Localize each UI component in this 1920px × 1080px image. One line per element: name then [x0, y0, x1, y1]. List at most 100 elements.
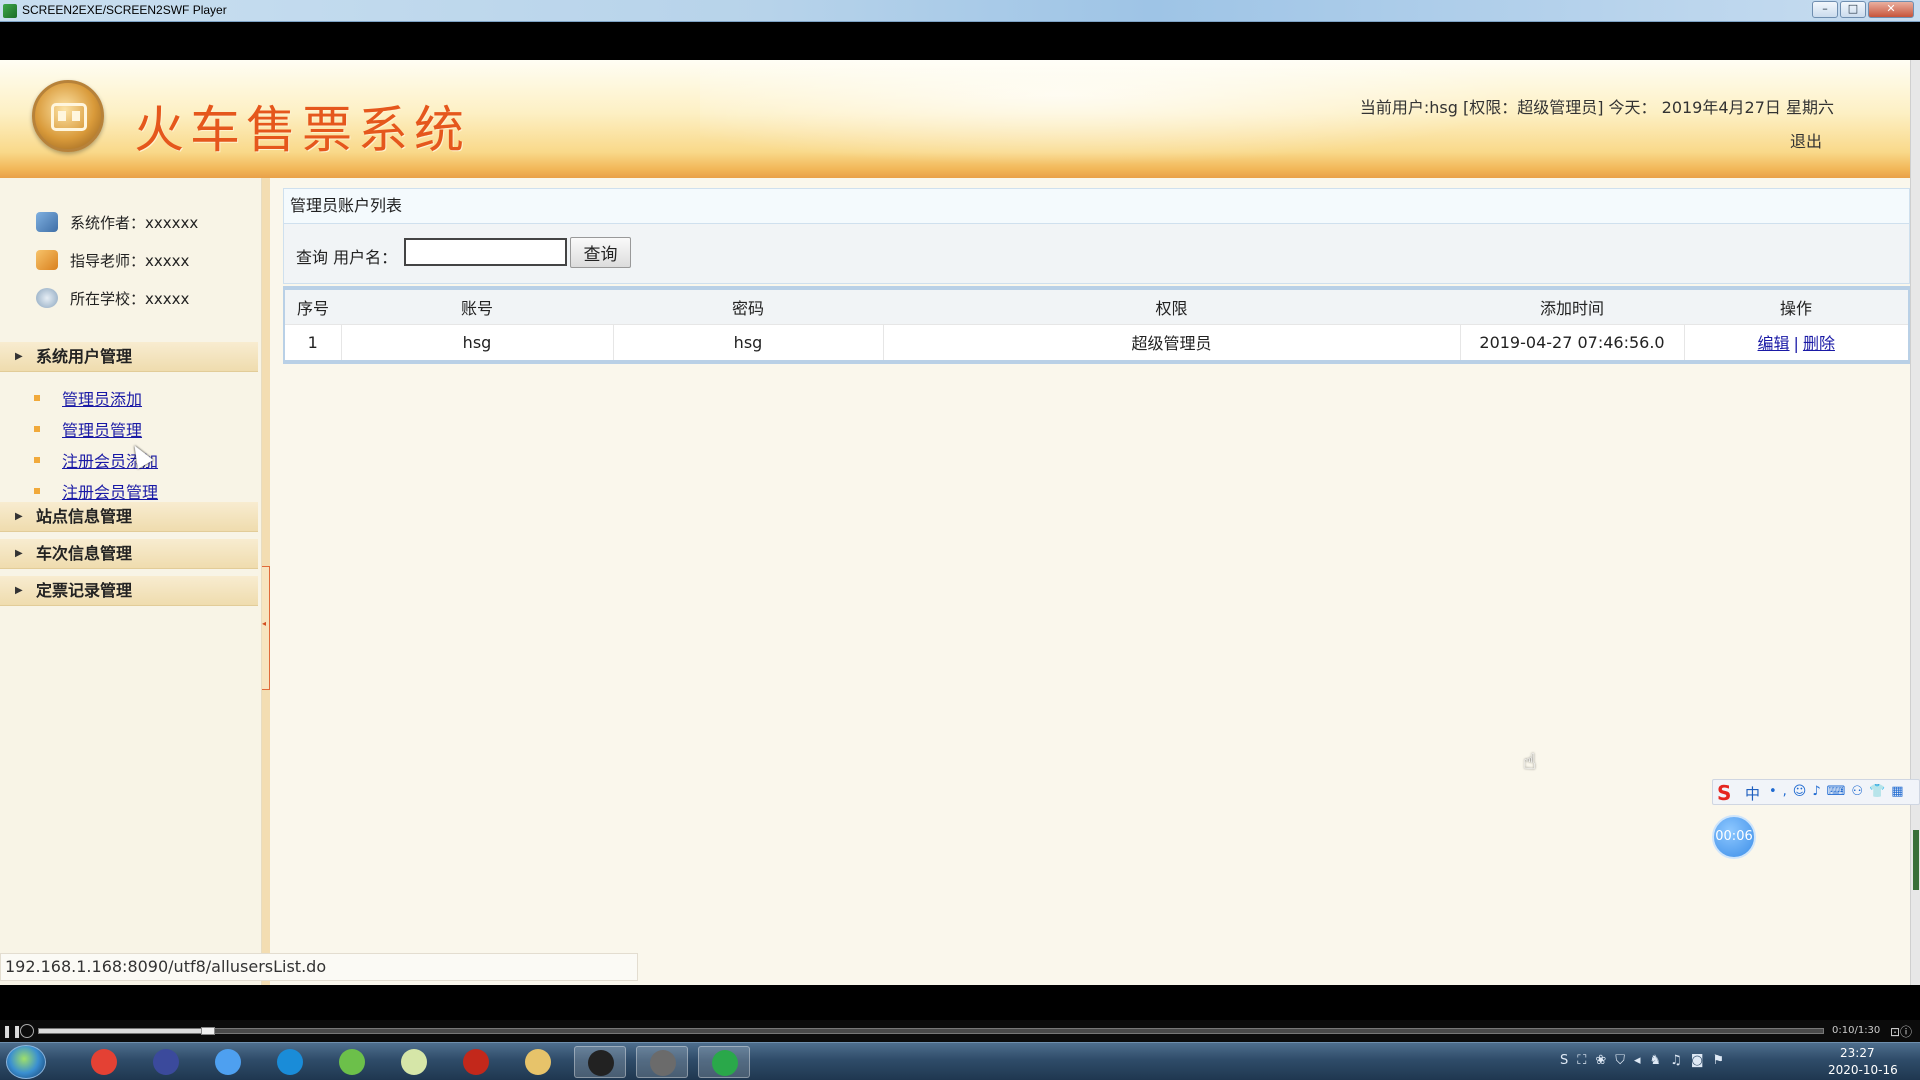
- query-bar: 查询 用户名： 查询: [283, 224, 1910, 284]
- cell-account: hsg: [341, 323, 614, 360]
- table-header-row: 序号 账号 密码 权限 添加时间 操作: [285, 290, 1908, 324]
- admin-manage-link[interactable]: 管理员管理: [62, 421, 142, 440]
- clock-date[interactable]: 2020-10-16: [1828, 1063, 1898, 1077]
- web-page: 火车售票系统 当前用户:hsg [权限：超级管理员] 今天： 2019年4月27…: [0, 60, 1920, 985]
- caret-right-icon: ▶: [15, 548, 23, 559]
- avatar-app-icon: [650, 1050, 676, 1076]
- logout-link[interactable]: 退出: [1790, 128, 1822, 152]
- screen: SCREEN2EXE/SCREEN2SWF Player – □ ✕ 火车售票系…: [0, 0, 1920, 1080]
- taskbar-app-flash[interactable]: [450, 1046, 502, 1078]
- edit-link[interactable]: 编辑: [1758, 334, 1790, 353]
- browser-q-icon: [277, 1049, 303, 1075]
- ime-tool-icons[interactable]: •,☺♪⌨⚇👕▦: [1769, 784, 1910, 799]
- admin-add-link[interactable]: 管理员添加: [62, 390, 142, 409]
- file-explorer-icon: [525, 1049, 551, 1075]
- menu-train-info-label: 车次信息管理: [36, 544, 133, 563]
- taskbar-app-file-explorer[interactable]: [512, 1046, 564, 1078]
- cell-added-time: 2019-04-27 07:46:56.0: [1460, 323, 1685, 360]
- site-header: 火车售票系统 当前用户:hsg [权限：超级管理员] 今天： 2019年4月27…: [0, 60, 1910, 178]
- minimize-button[interactable]: –: [1812, 1, 1838, 18]
- link-status-url: 192.168.1.168:8090/utf8/allusersList.do: [0, 953, 638, 981]
- bullet-icon: [34, 426, 40, 432]
- close-button[interactable]: ✕: [1868, 1, 1914, 18]
- qq-icon: [588, 1050, 614, 1076]
- col-role: 权限: [1155, 298, 1188, 318]
- pause-button[interactable]: ❚❚: [2, 1024, 22, 1038]
- action-separator: |: [1793, 334, 1799, 354]
- ime-toolbar[interactable]: S 中 •,☺♪⌨⚇👕▦: [1712, 779, 1920, 805]
- menu-system-users-label: 系统用户管理: [36, 347, 133, 366]
- profile-school: 所在学校：xxxxx: [36, 288, 189, 309]
- player-app-icon: [3, 4, 17, 18]
- scrollbar-thumb[interactable]: [1913, 830, 1919, 890]
- search-button[interactable]: 查询: [570, 237, 631, 268]
- taskbar-app-browser-q[interactable]: [264, 1046, 316, 1078]
- col-account: 账号: [460, 298, 493, 318]
- taskbar-app-media-player[interactable]: [140, 1046, 192, 1078]
- start-button[interactable]: [6, 1045, 46, 1079]
- media-player-icon: [153, 1049, 179, 1075]
- username-search-input[interactable]: [404, 238, 567, 266]
- flash-icon: [463, 1049, 489, 1075]
- menu-item-admin-manage: 管理员管理: [34, 417, 142, 441]
- menu-station-info-label: 站点信息管理: [36, 507, 133, 526]
- taskbar-app-chrome[interactable]: [78, 1046, 130, 1078]
- player-controls: ❚❚ 0:10/1:30 ⊡ⓘ: [0, 1020, 1920, 1042]
- taskbar-app-avatar-app[interactable]: [636, 1046, 688, 1078]
- col-index: 序号: [296, 298, 329, 318]
- playback-time: 0:10/1:30: [1832, 1025, 1881, 1036]
- sogou-ime-icon[interactable]: S: [1717, 781, 1731, 805]
- page-scrollbar[interactable]: [1910, 60, 1920, 985]
- profile-school-label: 所在学校：xxxxx: [70, 290, 190, 308]
- current-user-info: 当前用户:hsg [权限：超级管理员] 今天： 2019年4月27日 星期六: [1359, 98, 1834, 117]
- sidebar: 系统作者：xxxxxx 指导老师：xxxxx 所在学校：xxxxx ▶ 系统用户…: [0, 178, 270, 985]
- system-tray-icons[interactable]: S⛶❀⛉◂♞♫◙⚑: [1560, 1053, 1733, 1068]
- menu-ticket-records-label: 定票记录管理: [36, 581, 133, 600]
- admin-table: 序号 账号 密码 权限 添加时间 操作 1 hsg hsg 超级管理员 2019…: [285, 290, 1908, 360]
- delete-link[interactable]: 删除: [1803, 334, 1835, 353]
- taskbar-app-leaf-app[interactable]: [326, 1046, 378, 1078]
- maximize-button[interactable]: □: [1840, 1, 1866, 18]
- menu-item-member-manage: 注册会员管理: [34, 479, 158, 503]
- window-title: SCREEN2EXE/SCREEN2SWF Player: [22, 3, 227, 17]
- recording-timer[interactable]: 00:06: [1712, 815, 1756, 859]
- taskbar-app-baidu-netdisk[interactable]: [202, 1046, 254, 1078]
- baidu-netdisk-icon: [215, 1049, 241, 1075]
- clock-time[interactable]: 23:27: [1840, 1046, 1875, 1060]
- taskbar-app-chart-app[interactable]: [388, 1046, 440, 1078]
- people-icon: [36, 212, 58, 232]
- stop-button[interactable]: [20, 1024, 34, 1038]
- player-extra-controls[interactable]: ⊡ⓘ: [1890, 1023, 1912, 1040]
- screen2exe-icon: [712, 1050, 738, 1076]
- caret-right-icon: ▶: [15, 351, 23, 362]
- teacher-icon: [36, 250, 58, 270]
- playback-progress[interactable]: [38, 1027, 1824, 1035]
- taskbar-app-qq[interactable]: [574, 1046, 626, 1078]
- ime-mode-toggle[interactable]: 中: [1745, 783, 1760, 804]
- member-manage-link[interactable]: 注册会员管理: [62, 483, 158, 502]
- playback-progress-fill: [39, 1029, 209, 1033]
- panel-title: 管理员账户列表: [283, 188, 1910, 224]
- col-password: 密码: [731, 298, 764, 318]
- menu-system-users[interactable]: ▶ 系统用户管理: [0, 342, 258, 372]
- menu-train-info[interactable]: ▶ 车次信息管理: [0, 539, 258, 569]
- collapse-sidebar-handle[interactable]: [262, 566, 270, 690]
- main-panel: 管理员账户列表 查询 用户名： 查询 序号 账号 密码 权限 添加时间 操作 1…: [283, 188, 1910, 364]
- col-actions: 操作: [1779, 298, 1812, 318]
- profile-teacher-label: 指导老师：xxxxx: [70, 252, 190, 270]
- bullet-icon: [34, 395, 40, 401]
- train-logo-icon: [32, 80, 104, 152]
- sidebar-splitter[interactable]: [262, 178, 270, 985]
- menu-station-info[interactable]: ▶ 站点信息管理: [0, 502, 258, 532]
- profile-teacher: 指导老师：xxxxx: [36, 250, 189, 271]
- taskbar-app-screen2exe[interactable]: [698, 1046, 750, 1078]
- admin-table-wrapper: 序号 账号 密码 权限 添加时间 操作 1 hsg hsg 超级管理员 2019…: [283, 286, 1910, 364]
- playback-progress-handle[interactable]: [201, 1027, 216, 1035]
- chrome-icon: [91, 1049, 117, 1075]
- bullet-icon: [34, 457, 40, 463]
- cell-actions: 编辑 | 删除: [1684, 323, 1908, 360]
- cell-role: 超级管理员: [883, 323, 1461, 360]
- window-titlebar: SCREEN2EXE/SCREEN2SWF Player – □ ✕: [0, 0, 1920, 22]
- profile-author: 系统作者：xxxxxx: [36, 212, 198, 233]
- menu-ticket-records[interactable]: ▶ 定票记录管理: [0, 576, 258, 606]
